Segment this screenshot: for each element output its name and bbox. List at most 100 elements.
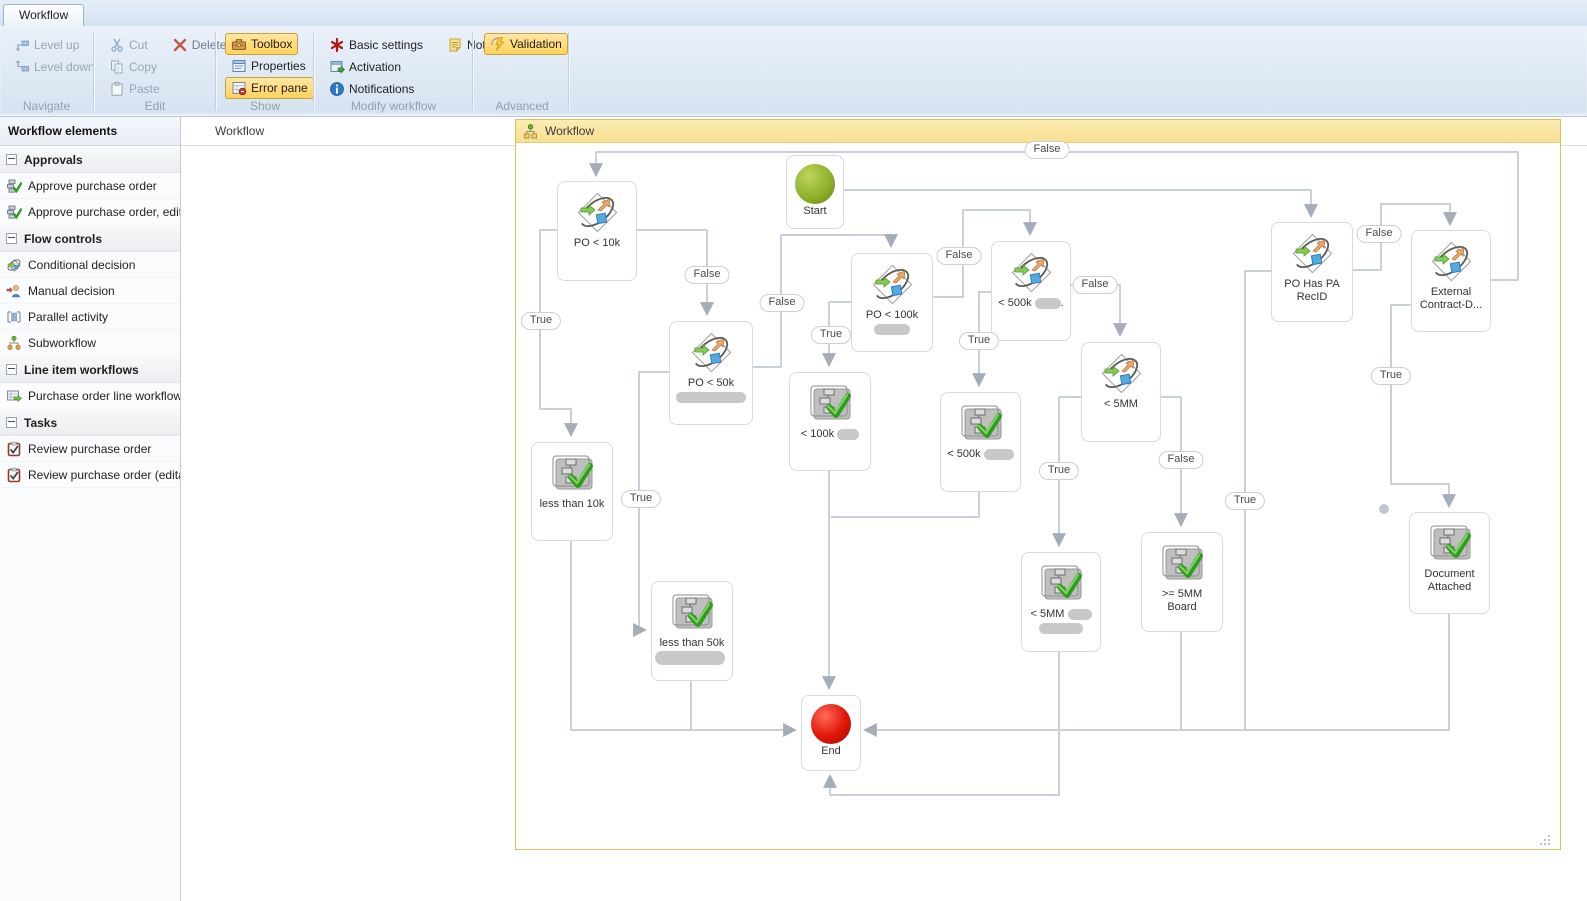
activation-icon <box>329 59 345 75</box>
conditional-decision-icon <box>687 328 735 376</box>
node-lt-100k-approval[interactable]: < 100k <box>789 372 871 471</box>
basic-settings-button[interactable]: Basic settings <box>323 34 429 56</box>
sidebar-section-flow-controls[interactable]: Flow controls <box>0 225 180 252</box>
level-down-icon <box>14 59 30 75</box>
sidebar-item-parallel-activity[interactable]: Parallel activity <box>0 304 180 330</box>
basic-settings-icon <box>329 37 345 53</box>
line-workflow-icon <box>6 388 22 404</box>
connector-lines <box>516 120 1560 849</box>
node-document-attached[interactable]: Document Attached <box>1409 512 1490 614</box>
node-external-contract[interactable]: External Contract-D... <box>1411 230 1491 332</box>
workflow-editor-window: Workflow Level up Level down Navigate Cu… <box>0 0 1587 901</box>
approval-icon <box>6 204 22 220</box>
node-po-10k[interactable]: PO < 10k <box>557 181 637 281</box>
resize-grip-icon[interactable] <box>1539 834 1551 846</box>
sidebar-section-line-item-workflows[interactable]: Line item workflows <box>0 356 180 383</box>
node-start[interactable]: Start <box>786 155 844 229</box>
node-lt-5mm-approval[interactable]: < 5MM <box>1021 552 1101 652</box>
collapse-icon[interactable] <box>6 364 17 375</box>
activation-button[interactable]: Activation <box>323 56 407 78</box>
level-down-button[interactable]: Level down <box>8 56 101 78</box>
redacted-text <box>837 429 859 440</box>
redacted-text <box>1035 298 1061 309</box>
edge-label-false: False <box>937 247 982 265</box>
ribbon-group-show: Toolbox Properties Error pane Show <box>217 26 313 116</box>
tab-workflow[interactable]: Workflow <box>3 4 84 26</box>
redacted-text <box>984 449 1014 460</box>
approval-task-icon <box>957 399 1005 447</box>
conditional-decision-icon <box>1288 229 1336 277</box>
sidebar-item-review-purchase-order[interactable]: Review purchase order <box>0 436 180 462</box>
node-lt-5mm-decision[interactable]: < 5MM <box>1081 342 1161 442</box>
approval-task-icon <box>668 588 716 636</box>
edge-label-true: True <box>521 312 561 330</box>
ribbon: Level up Level down Navigate Cut Delete … <box>0 26 1587 117</box>
paste-icon <box>109 81 125 97</box>
node-less-than-10k[interactable]: less than 10k <box>531 442 613 541</box>
edge-label-true: True <box>1039 462 1079 480</box>
sidebar-item-approve-purchase-order-editable[interactable]: Approve purchase order, edita <box>0 199 180 225</box>
conditional-decision-icon <box>573 188 621 236</box>
properties-button[interactable]: Properties <box>225 55 312 77</box>
edge-label-false: False <box>1073 276 1118 294</box>
edge-label-true: True <box>811 326 851 344</box>
node-lt-500k-approval[interactable]: < 500k <box>940 392 1021 492</box>
paste-button[interactable]: Paste <box>103 78 166 100</box>
review-task-icon <box>6 467 22 483</box>
cut-button[interactable]: Cut <box>103 34 154 56</box>
sidebar-item-manual-decision[interactable]: Manual decision <box>0 278 180 304</box>
validation-button[interactable]: Validation <box>484 33 568 55</box>
node-lt-500k-decision[interactable]: < 500k . <box>991 241 1071 341</box>
sidebar-item-subworkflow[interactable]: Subworkflow <box>0 330 180 356</box>
manual-decision-icon <box>6 283 22 299</box>
review-task-icon <box>6 441 22 457</box>
redacted-text <box>874 324 910 335</box>
workflow-container[interactable]: Workflow <box>515 119 1561 850</box>
collapse-icon[interactable] <box>6 233 17 244</box>
error-pane-button[interactable]: Error pane <box>225 77 314 99</box>
stray-dot <box>1379 504 1389 514</box>
sidebar-item-review-purchase-order-editable[interactable]: Review purchase order (editab <box>0 462 180 488</box>
conditional-decision-icon <box>1427 237 1475 285</box>
approval-icon <box>6 178 22 194</box>
collapse-icon[interactable] <box>6 154 17 165</box>
redacted-text <box>1068 609 1092 620</box>
subworkflow-icon <box>6 335 22 351</box>
group-caption-show: Show <box>217 99 313 113</box>
toolbox-button[interactable]: Toolbox <box>225 33 298 55</box>
delete-icon <box>172 37 188 53</box>
notes-icon <box>447 37 463 53</box>
level-up-icon <box>14 37 30 53</box>
copy-button[interactable]: Copy <box>103 56 163 78</box>
sidebar-section-tasks[interactable]: Tasks <box>0 409 180 436</box>
node-less-than-50k[interactable]: less than 50k <box>651 581 733 681</box>
node-po-has-pa-recid[interactable]: PO Has PA RecID <box>1271 222 1353 322</box>
group-caption-modify-workflow: Modify workflow <box>315 99 472 113</box>
sidebar-title: Workflow elements <box>0 117 180 146</box>
sidebar-item-approve-purchase-order[interactable]: Approve purchase order <box>0 173 180 199</box>
edge-label-true: True <box>621 490 661 508</box>
error-pane-icon <box>231 80 247 96</box>
approval-task-icon <box>1426 519 1474 567</box>
copy-icon <box>109 59 125 75</box>
approval-task-icon <box>1037 559 1085 607</box>
collapse-icon[interactable] <box>6 417 17 428</box>
sidebar-item-purchase-order-line-workflow[interactable]: Purchase order line workflow <box>0 383 180 409</box>
node-po-100k[interactable]: PO < 100k <box>851 253 933 352</box>
sidebar-section-approvals[interactable]: Approvals <box>0 146 180 173</box>
notifications-icon <box>329 81 345 97</box>
notifications-button[interactable]: Notifications <box>323 78 420 100</box>
node-po-50k[interactable]: PO < 50k <box>669 321 753 425</box>
ribbon-group-edit: Cut Delete Copy Paste Edit <box>95 26 215 116</box>
sidebar-item-conditional-decision[interactable]: Conditional decision <box>0 252 180 278</box>
node-end[interactable]: End <box>801 695 861 771</box>
conditional-decision-icon <box>1007 248 1055 296</box>
parallel-activity-icon <box>6 309 22 325</box>
edge-label-false: False <box>1357 225 1402 243</box>
node-gte-5mm-board[interactable]: >= 5MM Board <box>1141 532 1223 632</box>
group-caption-navigate: Navigate <box>0 99 93 113</box>
level-up-button[interactable]: Level up <box>8 34 85 56</box>
group-caption-advanced: Advanced <box>476 99 568 113</box>
approval-task-icon <box>806 379 854 427</box>
edge-label-true: True <box>959 332 999 350</box>
